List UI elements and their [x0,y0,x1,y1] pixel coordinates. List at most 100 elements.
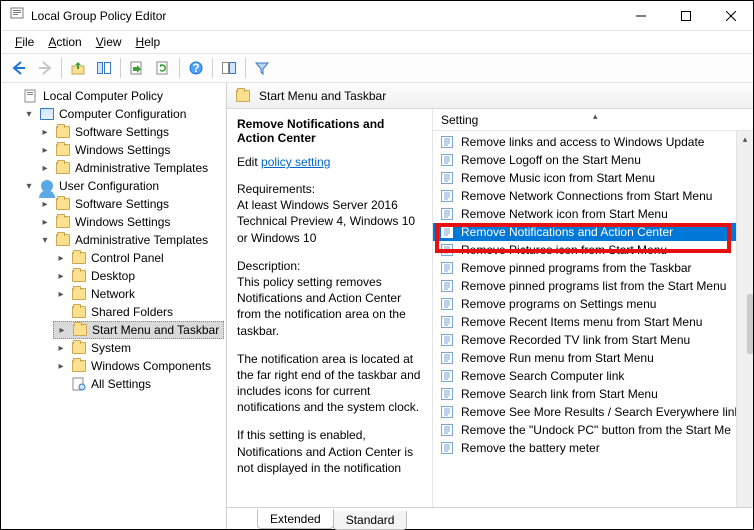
maximize-button[interactable] [663,1,708,30]
tree-uc-windows[interactable]: ▸Windows Settings [37,213,224,231]
tree-start-menu-taskbar[interactable]: ▸Start Menu and Taskbar [53,321,224,339]
list-row-label: Remove Run menu from Start Menu [461,351,654,365]
policy-item-icon [439,404,455,420]
list-row-label: Remove Music icon from Start Menu [461,171,655,185]
path-header: Start Menu and Taskbar [227,83,753,109]
policy-item-icon [439,296,455,312]
tree-shared-folders[interactable]: ▸Shared Folders [53,303,224,321]
description-label: Description: [237,258,422,274]
scroll-up-button[interactable]: ▴ [737,131,754,148]
properties-button[interactable] [217,56,241,80]
tree-system[interactable]: ▸System [53,339,224,357]
list-header-setting[interactable]: Setting ▴ [433,109,753,131]
menu-help[interactable]: Help [130,33,167,51]
tree-pane[interactable]: ▾ Local Computer Policy ▾ Computer Confi… [1,83,227,529]
content-split: ▾ Local Computer Policy ▾ Computer Confi… [1,83,753,529]
folder-icon [235,88,251,104]
tree-cc-windows[interactable]: ▸Windows Settings [37,141,224,159]
list-row[interactable]: Remove Network Connections from Start Me… [433,187,753,205]
list-row[interactable]: Remove Music icon from Start Menu [433,169,753,187]
forward-button[interactable] [33,56,57,80]
tree-network[interactable]: ▸Network [53,285,224,303]
description-text-2: The notification area is located at the … [237,351,422,416]
policy-item-icon [439,134,455,150]
menubar: File Action View Help [1,31,753,53]
list-scrollbar[interactable]: ▴ ▾ [736,131,753,529]
close-button[interactable] [708,1,753,30]
description-column: Remove Notifications and Action Center E… [227,109,433,529]
list-row-label: Remove the "Undock PC" button from the S… [461,423,731,437]
policy-item-icon [439,332,455,348]
list-row[interactable]: Remove links and access to Windows Updat… [433,133,753,151]
policy-item-icon [439,422,455,438]
policy-item-icon [439,314,455,330]
show-hide-tree-button[interactable] [92,56,116,80]
edit-policy-link[interactable]: policy setting [261,155,330,169]
filter-button[interactable] [250,56,274,80]
policy-item-icon [439,170,455,186]
up-button[interactable] [66,56,90,80]
minimize-button[interactable] [618,1,663,30]
titlebar: Local Group Policy Editor [1,1,753,31]
tree-all-settings[interactable]: ▸All Settings [53,375,224,393]
gpedit-window: Local Group Policy Editor File Action Vi… [0,0,754,530]
list-row-label: Remove Notifications and Action Center [461,225,673,239]
tree-root[interactable]: ▾ Local Computer Policy [5,87,224,105]
list-row[interactable]: Remove Logoff on the Start Menu [433,151,753,169]
tree-computer-config[interactable]: ▾ Computer Configuration [21,105,224,123]
list-row[interactable]: Remove Search Computer link [433,367,753,385]
help-button[interactable]: ? [184,56,208,80]
list-row[interactable]: Remove Notifications and Action Center [433,223,753,241]
list-row[interactable]: Remove pinned programs from the Taskbar [433,259,753,277]
list-row-label: Remove pinned programs from the Taskbar [461,261,692,275]
tree-desktop[interactable]: ▸Desktop [53,267,224,285]
back-button[interactable] [7,56,31,80]
tree-uc-software[interactable]: ▸Software Settings [37,195,224,213]
list-row-label: Remove Network Connections from Start Me… [461,189,712,203]
list-row[interactable]: Remove Network icon from Start Menu [433,205,753,223]
sort-indicator-icon: ▴ [593,111,598,122]
list-row[interactable]: Remove programs on Settings menu [433,295,753,313]
tree-uc-admin[interactable]: ▾Administrative Templates [37,231,224,249]
list-row-label: Remove Recent Items menu from Start Menu [461,315,702,329]
list-row-label: Remove pinned programs list from the Sta… [461,279,726,293]
toolbar: ? [1,53,753,83]
details-pane: Start Menu and Taskbar Remove Notificati… [227,83,753,529]
list-row[interactable]: Remove pinned programs list from the Sta… [433,277,753,295]
list-row[interactable]: Remove the "Undock PC" button from the S… [433,421,753,439]
list-row-label: Remove Search link from Start Menu [461,387,658,401]
list-row-label: Remove Recorded TV link from Start Menu [461,333,690,347]
policy-item-icon [439,386,455,402]
policy-item-icon [439,368,455,384]
list-row[interactable]: Remove the battery meter [433,439,753,457]
result-tabs: Extended Standard [227,507,753,529]
policy-item-icon [439,224,455,240]
list-row-label: Remove Logoff on the Start Menu [461,153,641,167]
list-row[interactable]: Remove Recent Items menu from Start Menu [433,313,753,331]
settings-list-column: Setting ▴ Remove links and access to Win… [433,109,753,529]
tree-cc-software[interactable]: ▸Software Settings [37,123,224,141]
tree-control-panel[interactable]: ▸Control Panel [53,249,224,267]
selected-setting-title: Remove Notifications and Action Center [237,117,422,145]
tree-user-config[interactable]: ▾ User Configuration [21,177,224,195]
list-row[interactable]: Remove Search link from Start Menu [433,385,753,403]
tree-cc-admin[interactable]: ▸Administrative Templates [37,159,224,177]
description-text-3: If this setting is enabled, Notification… [237,427,422,476]
computer-icon [39,106,55,122]
menu-file[interactable]: File [9,33,40,51]
menu-view[interactable]: View [90,33,128,51]
list-row[interactable]: Remove Run menu from Start Menu [433,349,753,367]
list-row-label: Remove See More Results / Search Everywh… [461,405,740,419]
tab-extended[interactable]: Extended [257,509,334,529]
list-row-label: Remove Search Computer link [461,369,624,383]
list-row[interactable]: Remove See More Results / Search Everywh… [433,403,753,421]
list-row[interactable]: Remove Pictures icon from Start Menu [433,241,753,259]
menu-action[interactable]: Action [42,33,87,51]
list-row[interactable]: Remove Recorded TV link from Start Menu [433,331,753,349]
tree-windows-components[interactable]: ▸Windows Components [53,357,224,375]
refresh-button[interactable] [151,56,175,80]
tab-standard[interactable]: Standard [333,511,408,530]
settings-list[interactable]: Remove links and access to Windows Updat… [433,131,753,529]
policy-item-icon [439,188,455,204]
export-button[interactable] [125,56,149,80]
